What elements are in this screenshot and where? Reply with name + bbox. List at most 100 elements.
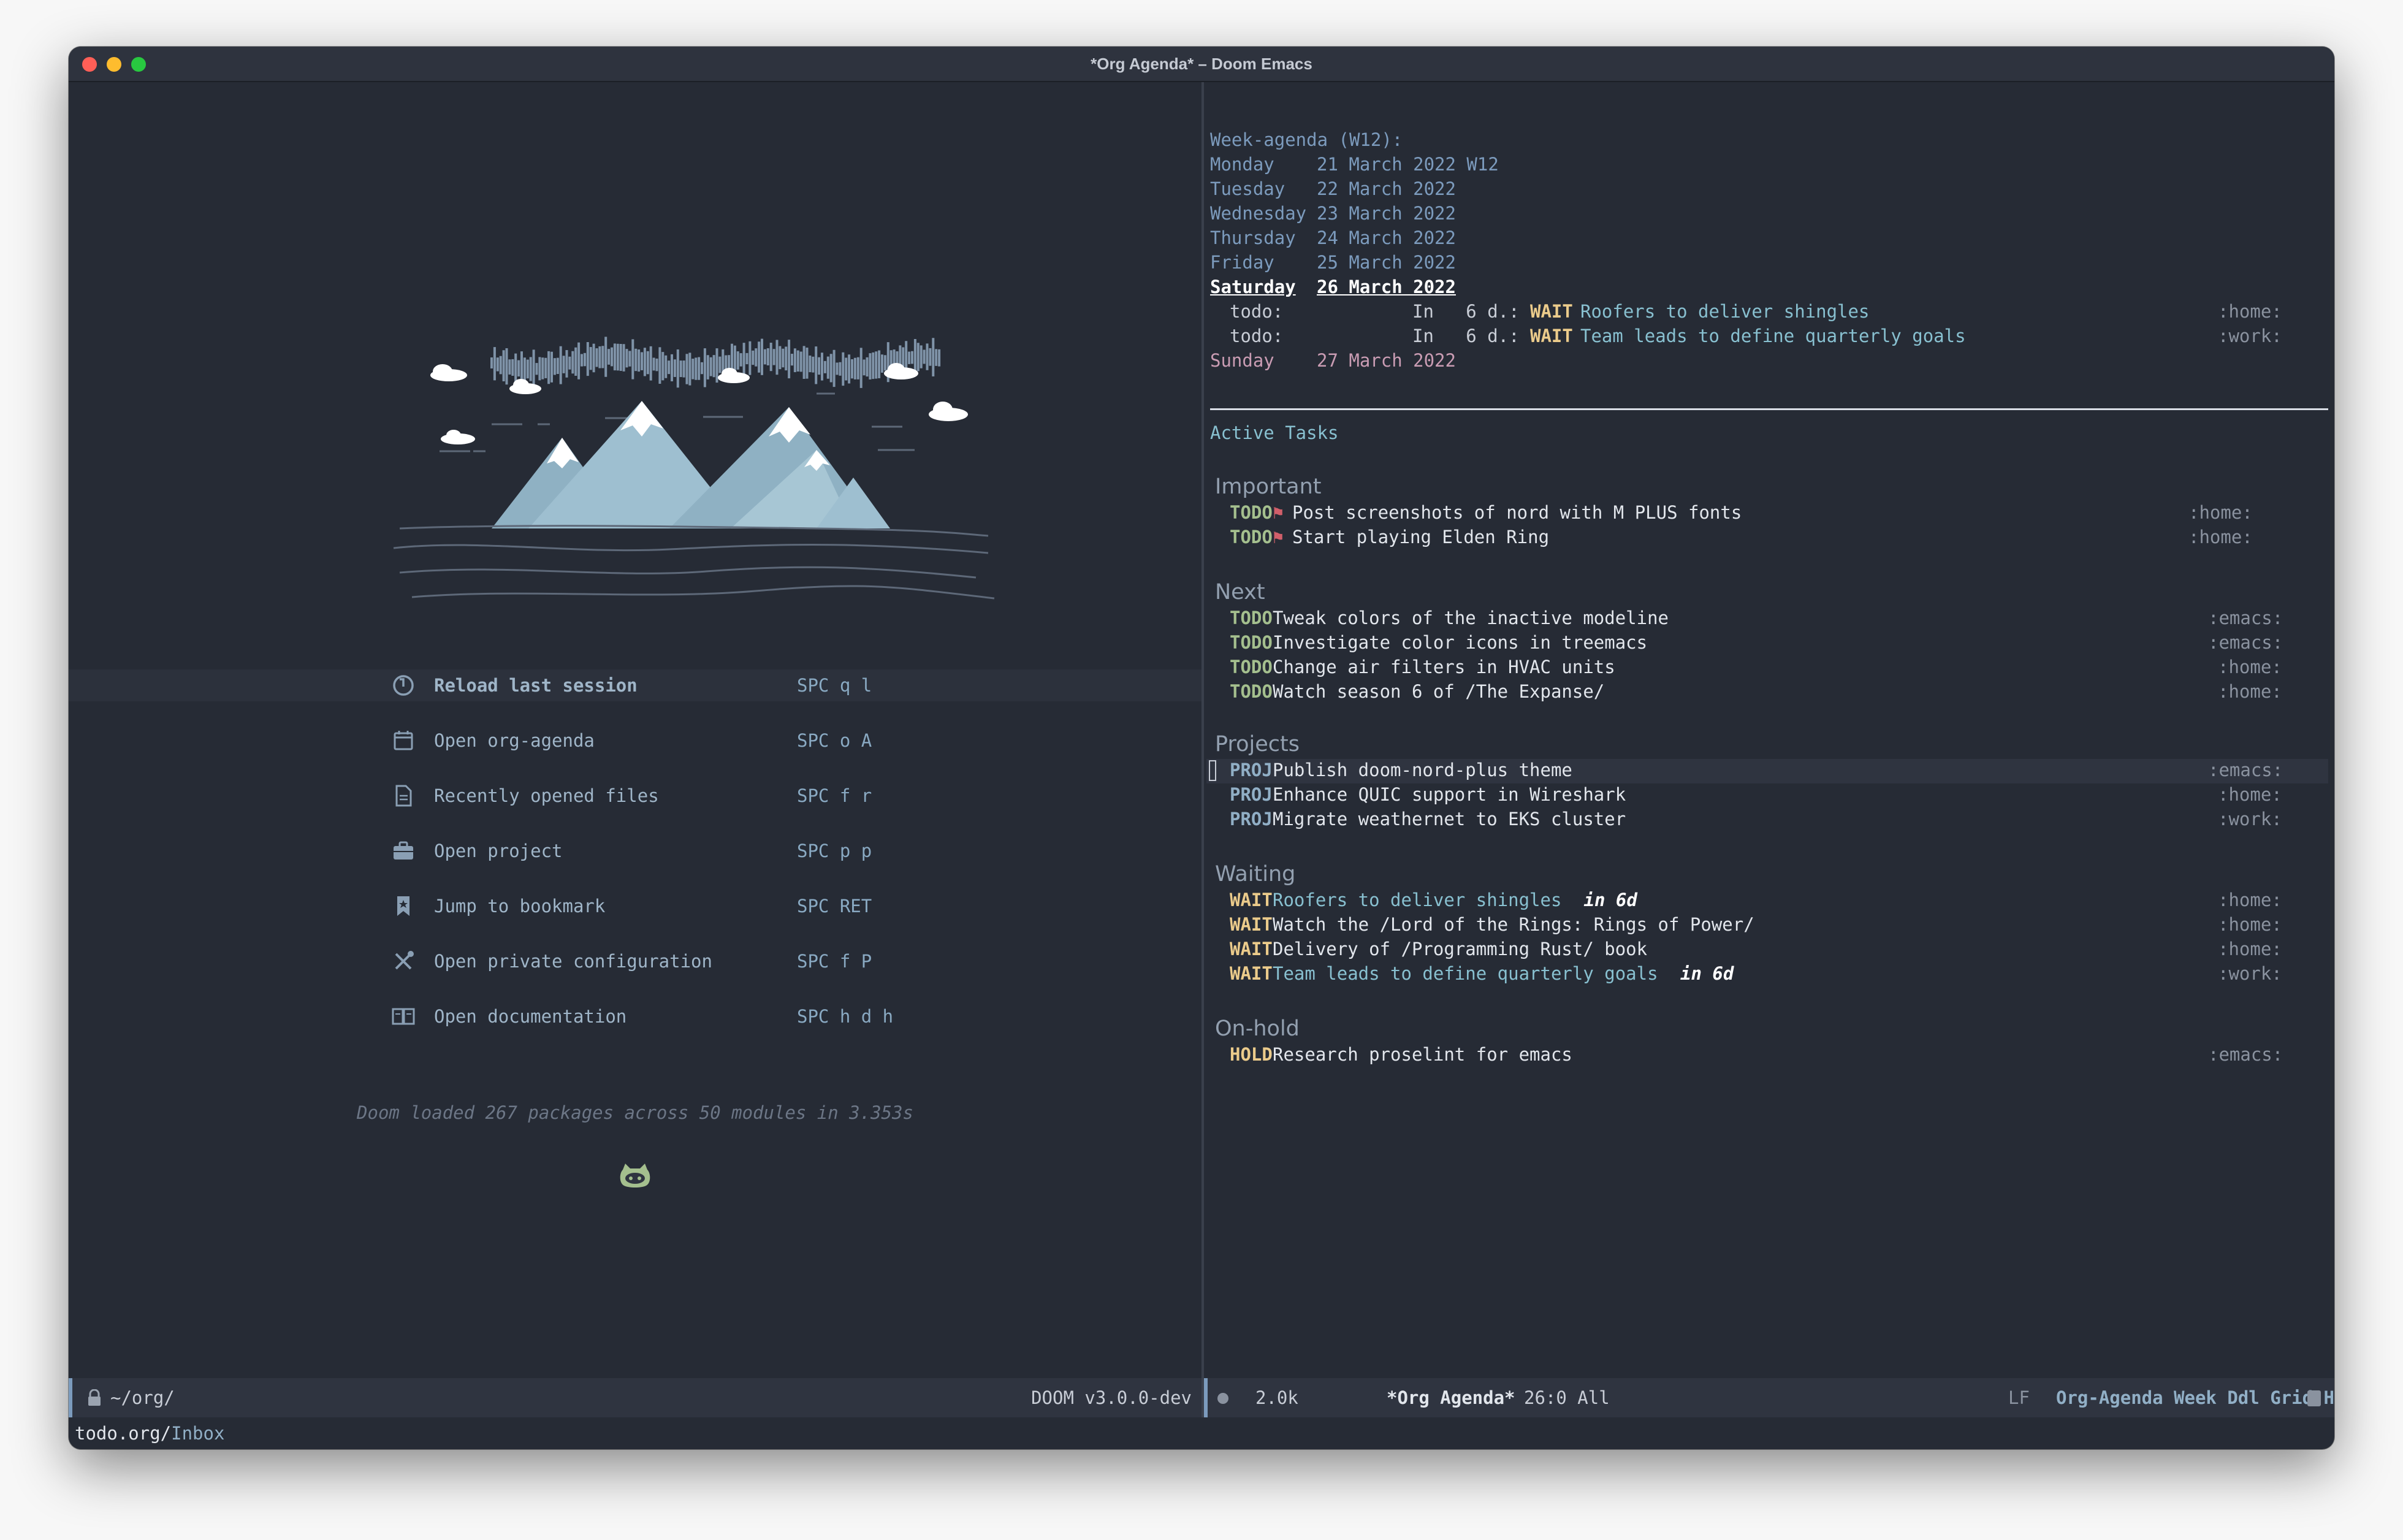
todo-keyword: WAIT — [1230, 890, 1273, 910]
bookmark-icon — [397, 896, 409, 916]
agenda-group-title: Next — [1215, 580, 1265, 604]
dashboard-menu-label: Open documentation — [434, 1006, 627, 1027]
todo-keyword: TODO — [1230, 681, 1273, 702]
todo-keyword: TODO — [1230, 502, 1273, 523]
doom-banner-illustration — [393, 337, 995, 600]
agenda-task-row[interactable]: TODO Change air filters in HVAC units:hom… — [1204, 655, 2334, 679]
agenda-day-date: 25 March 2022 — [1317, 252, 1456, 273]
dashboard-menu-item[interactable]: Open org-agenda SPC o A — [69, 725, 1202, 757]
task-tag: :emacs: — [2208, 608, 2283, 628]
dashboard-menu-item[interactable]: Reload last session SPC q l — [69, 669, 1202, 701]
task-tag: :work: — [2218, 963, 2282, 984]
todo-keyword: WAIT — [1230, 939, 1273, 959]
reload-icon — [393, 675, 414, 696]
task-title: Enhance QUIC support in Wireshark — [1273, 784, 1626, 805]
task-deadline-hint: in 6d — [1680, 963, 1734, 984]
dashboard-menu-item[interactable]: Open private configuration SPC f P — [69, 945, 1202, 977]
agenda-task-row[interactable]: WAIT Team leads to define quarterly goals… — [1204, 961, 2334, 986]
agenda-day-name: Thursday — [1210, 227, 1296, 248]
task-tag: :emacs: — [2208, 1044, 2283, 1065]
dashboard-menu-label: Open project — [434, 841, 563, 861]
dashboard-menu-label: Recently opened files — [434, 785, 659, 806]
dashboard-menu-label: Reload last session — [434, 675, 638, 696]
modeline-version: DOOM v3.0.0-dev — [1031, 1387, 1192, 1408]
agenda-deadline-row[interactable]: todo: In 6 d.: WAIT Team leads to define qu… — [1204, 324, 2334, 348]
modeline-major-mode[interactable]: Org-Agenda Week Ddl Grid Habit — [2056, 1378, 2334, 1417]
agenda-group-title: Waiting — [1215, 862, 1296, 886]
todo-keyword: PROJ — [1230, 784, 1273, 805]
agenda-task-row[interactable]: TODO ⚑ Start playing Elden Ring :home: — [1204, 525, 2334, 549]
dashboard-menu-keybinding: SPC o A — [797, 730, 872, 751]
octocat-icon[interactable] — [618, 1162, 652, 1188]
task-tag: :work: — [2218, 326, 2282, 346]
dashboard-menu-item[interactable]: Open documentation SPC h d h — [69, 1001, 1202, 1032]
modified-indicator-icon — [1217, 1393, 1228, 1404]
task-title: Delivery of /Programming Rust/ book — [1273, 939, 1648, 959]
task-title: Publish doom-nord-plus theme — [1273, 760, 1572, 780]
dashboard-menu-keybinding: SPC RET — [797, 896, 872, 917]
task-tag: :home: — [2218, 657, 2282, 677]
agenda-task-row[interactable]: WAIT Delivery of /Programming Rust/ book:… — [1204, 937, 2334, 961]
agenda-day-name: Sunday — [1210, 350, 1274, 371]
task-tag: :home: — [2188, 527, 2253, 547]
agenda-day-name: Friday — [1210, 252, 1274, 273]
agenda-task-row[interactable]: WAIT Watch the /Lord of the Rings: Rings … — [1204, 912, 2334, 937]
task-tag: :home: — [2218, 301, 2282, 322]
dashboard-menu-label: Jump to bookmark — [434, 896, 606, 917]
modeline-size: 2.0k — [1255, 1387, 1298, 1408]
org-agenda-buffer[interactable]: Week-agenda (W12): Monday 21 March 2022 W… — [1204, 82, 2334, 1378]
agenda-day-name: Monday — [1210, 154, 1274, 175]
dashboard-menu-keybinding: SPC q l — [797, 675, 872, 696]
task-tag: :work: — [2218, 809, 2282, 829]
agenda-task-row[interactable]: TODO Tweak colors of the inactive modelin… — [1204, 606, 2334, 630]
task-title: Team leads to define quarterly goals — [1273, 963, 1658, 984]
modeline-position: 26:0 All — [1524, 1387, 1610, 1408]
todo-keyword: TODO — [1230, 657, 1273, 677]
agenda-task-row[interactable]: PROJ Publish doom-nord-plus theme :emacs: — [1204, 758, 2334, 782]
doom-dashboard[interactable]: Reload last session SPC q l Open org-agend… — [69, 82, 1202, 1378]
deadline-prefix: todo: — [1230, 301, 1284, 322]
deadline-when: In 6 d.: — [1412, 301, 1520, 322]
agenda-day-name: Saturday — [1210, 276, 1296, 297]
todo-keyword: PROJ — [1230, 760, 1273, 780]
echo-area: todo.org/Inbox — [75, 1417, 224, 1449]
dashboard-menu-label: Open private configuration — [434, 951, 712, 972]
modeline-bar — [69, 1378, 72, 1417]
task-tag: :home: — [2218, 890, 2282, 910]
agenda-task-row[interactable]: HOLD Research proselint for emacs:emacs: — [1204, 1042, 2334, 1067]
dashboard-menu-item[interactable]: Jump to bookmark SPC RET — [69, 890, 1202, 922]
task-title: Watch the /Lord of the Rings: Rings of P… — [1273, 914, 1754, 935]
agenda-task-row[interactable]: TODO Watch season 6 of /The Expanse/:home… — [1204, 679, 2334, 704]
flag-icon: ⚑ — [1273, 527, 1284, 547]
agenda-task-row[interactable]: PROJ Enhance QUIC support in Wireshark:ho… — [1204, 782, 2334, 807]
agenda-day-date: 22 March 2022 — [1317, 178, 1456, 199]
flag-icon: ⚑ — [1273, 502, 1284, 523]
echo-heading: Inbox — [171, 1423, 225, 1444]
tools-icon — [395, 951, 414, 970]
emacs-window: *Org Agenda* – Doom Emacs Reload last se… — [69, 47, 2334, 1449]
task-title: Team leads to define quarterly goals — [1580, 326, 1966, 346]
agenda-group-title: On-hold — [1215, 1016, 1300, 1041]
dashboard-menu-item[interactable]: Open project SPC p p — [69, 835, 1202, 867]
agenda-day-name: Tuesday — [1210, 178, 1285, 199]
calendar-icon — [394, 731, 413, 750]
agenda-task-row[interactable]: TODO Investigate color icons in treemacs:… — [1204, 630, 2334, 655]
todo-keyword: WAIT — [1530, 326, 1573, 346]
todo-keyword: WAIT — [1230, 963, 1273, 984]
task-tag: :home: — [2218, 939, 2282, 959]
modeline-buffer-name: *Org Agenda* — [1387, 1387, 1515, 1408]
dashboard-menu-item[interactable]: Recently opened files SPC f r — [69, 780, 1202, 812]
window-title: *Org Agenda* – Doom Emacs — [1091, 55, 1312, 73]
agenda-deadline-row[interactable]: todo: In 6 d.: WAIT Roofers to deliver shin… — [1204, 299, 2334, 324]
task-tag: :home: — [2218, 914, 2282, 935]
modeline-bar — [1204, 1378, 1208, 1417]
task-title: Tweak colors of the inactive modeline — [1273, 608, 1669, 628]
todo-keyword: TODO — [1230, 527, 1273, 547]
task-title: Start playing Elden Ring — [1292, 527, 1550, 547]
deadline-prefix: todo: — [1230, 326, 1284, 346]
agenda-task-row[interactable]: WAIT Roofers to deliver shingles in 6d:hom… — [1204, 888, 2334, 912]
task-title: Migrate weathernet to EKS cluster — [1273, 809, 1626, 829]
agenda-task-row[interactable]: PROJ Migrate weathernet to EKS cluster:wo… — [1204, 807, 2334, 831]
agenda-task-row[interactable]: TODO ⚑ Post screenshots of nord with M PLU… — [1204, 500, 2334, 525]
task-tag: :emacs: — [2208, 760, 2283, 780]
